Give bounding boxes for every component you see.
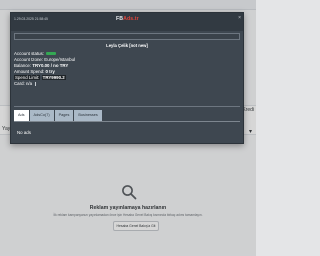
modal-header: 1.29.03.2025 21:58:45 FBAds.tr × [11, 13, 243, 31]
account-status-row: Account status: [14, 51, 57, 57]
title-suffix: Ads.tr [123, 16, 139, 22]
tab-adsco[interactable]: AdsCo(7) [29, 110, 54, 121]
spend-limit-label: Spend Limit: [14, 75, 41, 80]
close-icon[interactable]: × [238, 15, 241, 21]
timezone-row: Account tzone: Europe/Istanbul [14, 57, 76, 62]
balance-label: Balance: [14, 63, 32, 68]
spend-limit-value: TRY9990.2 [41, 75, 66, 80]
no-ads-message: No ads [17, 130, 31, 135]
card-label: Card: [14, 81, 25, 86]
modal-title: FBAds.tr [116, 16, 139, 22]
status-label: Account status: [14, 51, 45, 56]
account-search-input[interactable] [14, 33, 240, 40]
balance-value: TRY0.00 / no TRY [32, 63, 69, 68]
amount-spend-row: Amount Spend: 0 try [14, 69, 55, 75]
modal-tabs: Ads AdsCo(7) Pages Businesses [14, 110, 102, 121]
amount-spend-value: 0 try [45, 69, 55, 74]
tab-underline [14, 121, 240, 122]
tab-pages[interactable]: Pages [54, 110, 74, 121]
account-name: Leyla Çelik [not new] [106, 43, 148, 48]
card-row: Card: n/a [14, 81, 37, 87]
tab-ads[interactable]: Ads [14, 110, 29, 121]
divider [14, 106, 240, 107]
amount-spend-label: Amount Spend: [14, 69, 45, 74]
balance-row: Balance: TRY0.00 / no TRY [14, 63, 68, 69]
account-info-modal: 1.29.03.2025 21:58:45 FBAds.tr × Leyla Ç… [10, 12, 244, 144]
spend-limit-row: Spend Limit: TRY9990.2 [14, 75, 66, 81]
datetime-label: 1.29.03.2025 21:58:45 [14, 17, 48, 21]
card-input-cursor [35, 81, 37, 86]
status-badge [46, 52, 57, 56]
tab-businesses[interactable]: Businesses [74, 110, 102, 121]
card-value: n/a [25, 81, 33, 86]
